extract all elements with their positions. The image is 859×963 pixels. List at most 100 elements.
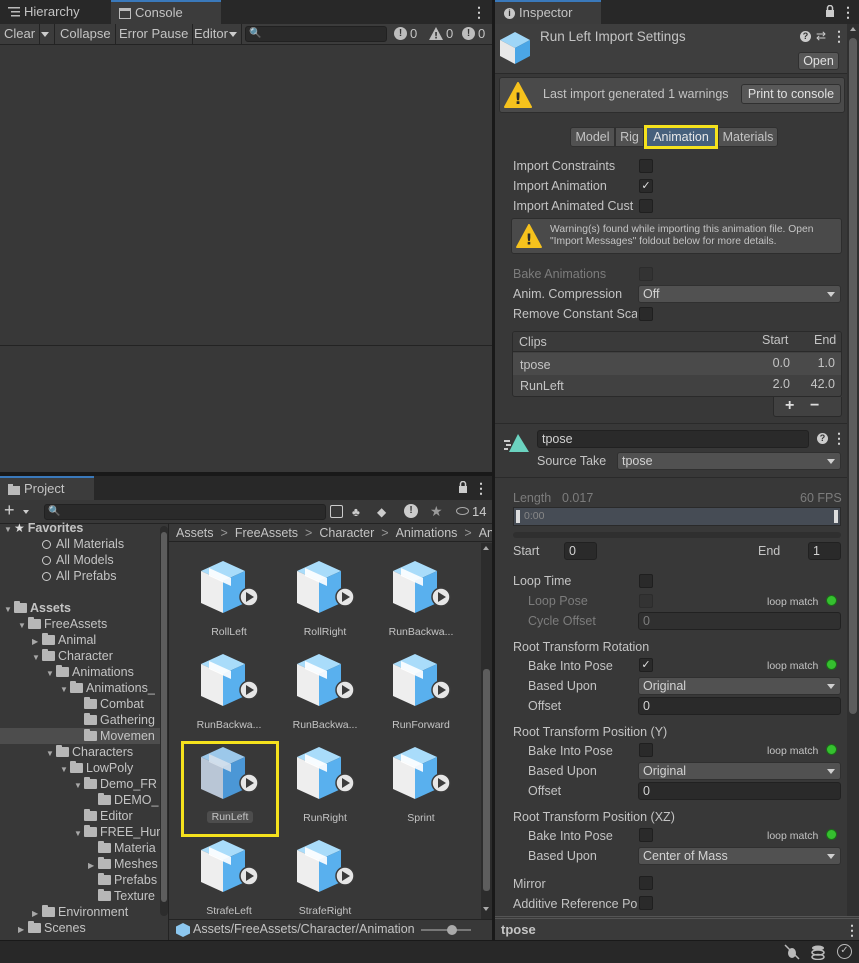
warning-count-toggle[interactable]: ! 0 [427,26,459,42]
inspector-menu-icon[interactable]: ⋮ [841,5,855,19]
asset-item[interactable]: RollRight [277,559,373,649]
clip-menu-icon[interactable]: ⋮ [832,431,846,445]
inspector-scrollbar[interactable] [847,24,859,916]
print-to-console-button[interactable]: Print to console [741,84,841,104]
scroll-up-icon[interactable] [483,546,489,550]
tree-item[interactable]: ▼ Animations_ [0,680,160,696]
tree-item[interactable]: All Materials [0,536,160,552]
tree-item[interactable]: ▼ ★ Favorites [0,520,160,536]
help-icon[interactable]: ? [817,433,828,444]
asset-item[interactable]: RunRight [277,745,373,835]
position-y-based-upon-dropdown[interactable]: Original [638,762,841,780]
slider-handle[interactable] [447,925,457,935]
asset-item[interactable]: RunBackwa... [277,652,373,742]
favorite-star-icon[interactable]: ★ [430,503,444,519]
position-xz-based-upon-dropdown[interactable]: Center of Mass [638,847,841,865]
tree-item[interactable]: ▶ Environment [0,904,160,920]
tab-model[interactable]: Model [570,127,615,147]
position-xz-bake-checkbox[interactable] [639,828,653,842]
tree-item[interactable]: ▼ FreeAssets [0,616,160,632]
tree-item[interactable]: DEMO_ [0,792,160,808]
tree-item[interactable]: ▼ Demo_FR [0,776,160,792]
open-button[interactable]: Open [798,52,839,70]
asset-item[interactable]: StrafeRight [277,838,373,919]
tab-project[interactable]: Project [0,476,94,500]
start-marker[interactable] [516,510,520,523]
header-menu-icon[interactable]: ⋮ [832,29,846,43]
source-take-dropdown[interactable]: tpose [617,452,841,470]
clip-row[interactable]: tpose 0.0 1.0 [513,353,841,375]
grid-scrollbar-thumb[interactable] [483,669,490,891]
breadcrumb-item[interactable]: Anim [479,526,492,540]
clear-button[interactable]: Clear [0,24,41,44]
tree-item[interactable]: Editor [0,808,160,824]
tree-item[interactable]: Gathering [0,712,160,728]
tree-item[interactable]: ▶ Animal [0,632,160,648]
tree-item[interactable]: All Prefabs [0,568,160,584]
asset-item[interactable]: StrafeLeft [181,838,277,919]
tree-item[interactable]: ▼ Assets [0,600,160,616]
tree-item[interactable]: ▼ FREE_Hur [0,824,160,840]
grid-scrollbar[interactable] [481,543,492,919]
project-menu-icon[interactable]: ⋮ [474,481,488,495]
tree-item[interactable]: Texture [0,888,160,904]
search-by-type-icon[interactable] [330,505,343,518]
clip-name-input[interactable]: tpose [537,430,809,448]
breadcrumb-item[interactable]: Assets [176,526,214,540]
end-input[interactable]: 1 [808,542,841,560]
filter-by-label-icon[interactable]: ♣ [352,505,366,519]
asset-item[interactable]: RunBackwa... [181,652,277,742]
clip-row[interactable]: RunLeft 2.0 42.0 [513,375,841,396]
tree-item[interactable]: Movemen [0,728,160,744]
scroll-up-icon[interactable] [850,27,856,31]
mirror-checkbox[interactable] [639,876,653,890]
error-count-toggle[interactable]: ! 0 [460,26,492,42]
rotation-based-upon-dropdown[interactable]: Original [638,677,841,695]
tree-item[interactable] [0,584,160,600]
additive-ref-checkbox[interactable] [639,896,653,910]
end-marker[interactable] [834,510,838,523]
tab-hierarchy[interactable]: Hierarchy [0,0,110,24]
remove-constant-checkbox[interactable] [639,307,653,321]
loop-time-checkbox[interactable] [639,574,653,588]
console-search-input[interactable]: 🔍 [245,26,387,42]
position-y-bake-checkbox[interactable] [639,743,653,757]
tree-item[interactable]: ▼ LowPoly [0,760,160,776]
hidden-packages-toggle[interactable]: 14 [456,504,490,520]
tree-item[interactable]: ▼ Animations [0,664,160,680]
console-menu-icon[interactable]: ⋮ [472,5,486,19]
tree-item[interactable]: Prefabs [0,872,160,888]
editor-dropdown[interactable]: Editor [190,24,242,44]
console-detail-area[interactable] [0,346,492,472]
project-search-input[interactable]: 🔍 [44,504,326,520]
tree-item[interactable]: ▼ Characters [0,744,160,760]
anim-compression-dropdown[interactable]: Off [638,285,841,303]
breadcrumb-item[interactable]: FreeAssets [235,526,298,540]
inspector-scrollbar-thumb[interactable] [849,38,857,714]
project-tree[interactable]: ▼ ★ Favorites All Materials All Models All Pr… [0,520,160,940]
icon-size-slider[interactable] [421,925,471,935]
asset-item[interactable]: RunForward [373,652,469,742]
info-count-toggle[interactable]: ! 0 [392,26,424,42]
asset-item[interactable]: RollLeft [181,559,277,649]
add-asset-button[interactable]: + [4,501,34,520]
position-y-offset-input[interactable]: 0 [638,782,841,800]
check-circle-icon[interactable]: ✓ [837,944,852,959]
preset-icon[interactable]: ⇄ [816,29,826,43]
tree-item[interactable]: Combat [0,696,160,712]
rotation-bake-checkbox[interactable]: ✓ [639,658,653,672]
breadcrumb-item[interactable]: Character [319,526,374,540]
tree-item[interactable]: ▶ Meshes [0,856,160,872]
tab-inspector[interactable]: i Inspector [495,0,601,24]
lock-icon[interactable] [458,480,468,493]
remove-clip-button[interactable]: − [810,397,819,415]
help-icon[interactable]: ? [800,31,811,42]
error-pause-button[interactable]: Error Pause [115,24,194,44]
tree-scrollbar-thumb[interactable] [161,532,167,902]
rotation-offset-input[interactable]: 0 [638,697,841,715]
tree-item[interactable]: All Models [0,552,160,568]
tab-animation[interactable]: Animation [644,125,718,149]
asset-item[interactable]: RunLeft [181,741,279,837]
add-clip-button[interactable]: + [785,397,794,415]
import-animated-custom-checkbox[interactable] [639,199,653,213]
